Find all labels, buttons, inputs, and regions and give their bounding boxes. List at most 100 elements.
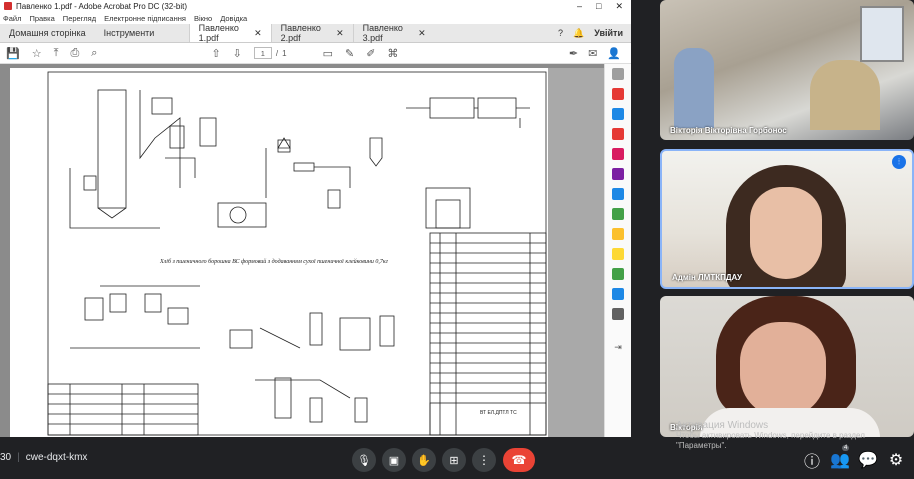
people-button[interactable]: 👥 4 [830,445,850,469]
technological-scheme-drawing: Хліб з пшеничного борошна ВС формовий з … [47,71,547,436]
tab-doc-3[interactable]: Павленко 3.pdf ✕ [352,23,435,43]
watermark-line-3: "Параметры". [676,441,727,450]
page-separator: / [275,48,279,58]
camera-icon: ▣ [388,454,400,467]
people-icon: 👥 [830,452,850,469]
wall-board [860,6,904,62]
participant-tile-3[interactable]: Вікторія [660,296,914,437]
tab-tools[interactable]: Інструменти [95,24,189,42]
print-icon[interactable]: ⎙ [70,47,79,60]
chat-icon: 💬 [858,452,878,469]
speaking-indicator-icon: ⦙ [892,155,906,169]
sign-in-button[interactable]: Увійти [594,28,623,38]
bell-icon[interactable]: 🔔 [573,28,584,39]
participant-name: Адмін ЛМТКПДАУ [672,273,742,282]
acrobat-logo-icon [4,2,12,10]
hang-up-button[interactable]: ☎ [503,448,535,472]
zoom-icon[interactable] [612,68,624,80]
participant-tile-2[interactable]: ⦙ Адмін ЛМТКПДАУ [660,149,914,289]
drawing-doc-number: ВТ ЕЛ.ДПТЛ ТС [480,410,517,416]
note-icon[interactable] [612,248,624,260]
window-title: Павленко 1.pdf - Adobe Acrobat Pro DC (3… [16,1,188,11]
pdf-page: Хліб з пшеничного борошна ВС формовий з … [10,68,548,437]
protect-icon[interactable] [612,288,624,300]
menu-edit[interactable]: Правка [29,14,54,23]
tab-doc-label: Павленко 1.pdf [198,23,239,43]
tab-doc-label: Павленко 2.pdf [280,23,321,43]
page-up-icon[interactable]: ⇧ [211,47,220,60]
excel-export-icon[interactable] [612,208,624,220]
edit-pdf-icon[interactable] [612,148,624,160]
add-user-icon[interactable]: 👤 [607,47,621,60]
star-icon[interactable]: ☆ [32,47,42,60]
meeting-code: cwe-dqxt-kmx [25,452,88,463]
time-fragment: 30 [0,452,12,463]
meet-tiles: Вікторія Вікторівна Горбонос ⦙ Адмін ЛМТ… [631,0,914,437]
activities-button[interactable]: ⚙ [887,451,905,469]
present-button[interactable]: ⊞ [442,448,466,472]
participant-face [750,187,822,279]
document-area: Хліб з пшеничного борошна ВС формовий з … [0,64,604,437]
more-options-button[interactable]: ⋮ [472,448,496,472]
windows-activation-watermark: Активация Windows Чтобы активировать Win… [676,421,865,451]
chat-button[interactable]: 💬 [858,451,878,469]
maximize-icon[interactable]: □ [596,1,601,12]
title-bar: Павленко 1.pdf - Adobe Acrobat Pro DC (3… [0,0,631,12]
more-vert-icon: ⋮ [478,453,490,467]
close-icon[interactable]: ✕ [254,28,262,39]
page-total: 1 [282,48,287,58]
menu-esign[interactable]: Електронне підписання [104,14,186,23]
participant-figure [810,60,880,130]
participant-name: Вікторія Вікторівна Горбонос [670,126,787,135]
more-tools-icon[interactable] [612,308,624,320]
help-icon[interactable]: ? [558,28,563,38]
info-button[interactable]: ⓘ [803,451,821,471]
tab-bar: Домашня сторінка Інструменти Павленко 1.… [0,23,631,43]
mic-button[interactable]: 🎙 [352,448,376,472]
close-icon[interactable]: ✕ [336,28,344,39]
create-pdf-icon[interactable] [612,88,624,100]
fill-sign-icon[interactable] [612,168,624,180]
page-down-icon[interactable]: ⇩ [233,47,242,60]
panel-collapse-icon[interactable]: ⇥ [614,342,622,353]
camera-button[interactable]: ▣ [382,448,406,472]
highlight-pen-icon[interactable]: ✎ [345,47,354,60]
participant-face [740,322,826,418]
activities-icon: ⚙ [888,452,904,469]
menu-help[interactable]: Довідка [220,14,247,23]
tab-doc-2[interactable]: Павленко 2.pdf ✕ [270,23,353,43]
toolbar: 💾 ☆ ⤒ ⎙ ⌕ ⇧ ⇩ 1 / 1 ▭ ✎ ✐ ⌘ ✒ ✉ 👤 [0,43,631,64]
hand-icon: ✋ [417,454,431,467]
comment-icon[interactable]: ▭ [323,47,333,60]
zoom-search-icon[interactable]: ⌕ [91,47,97,60]
sign-icon[interactable]: ✒ [569,47,578,60]
export-icon[interactable] [612,188,624,200]
page-input[interactable]: 1 [253,47,272,59]
close-icon[interactable]: ✕ [418,28,426,39]
participant-figure [674,48,714,128]
close-icon[interactable]: ✕ [615,1,623,12]
minimize-icon[interactable]: – [577,1,582,12]
tab-doc-1[interactable]: Павленко 1.pdf ✕ [188,23,271,43]
acrobat-window: Павленко 1.pdf - Adobe Acrobat Pro DC (3… [0,0,631,437]
tab-home[interactable]: Домашня сторінка [0,24,95,42]
tab-doc-label: Павленко 3.pdf [362,23,403,43]
stamp-icon[interactable]: ⌘ [387,47,398,60]
menu-file[interactable]: Файл [3,14,21,23]
upload-icon[interactable]: ⤒ [54,47,59,60]
combine-icon[interactable] [612,108,624,120]
draw-icon[interactable]: ✐ [366,47,375,60]
mail-icon[interactable]: ✉ [588,47,597,60]
page-navigator: 1 / 1 [253,47,287,59]
organize-icon[interactable] [612,128,624,140]
menu-window[interactable]: Вікно [194,14,212,23]
save-icon[interactable]: 💾 [6,47,20,60]
participant-tile-1[interactable]: Вікторія Вікторівна Горбонос [660,0,914,140]
menu-view[interactable]: Перегляд [63,14,96,23]
comment-tool-icon[interactable] [612,228,624,240]
print-production-icon[interactable] [612,268,624,280]
raise-hand-button[interactable]: ✋ [412,448,436,472]
watermark-line-1: Активация Windows [676,420,769,431]
info-icon: ⓘ [803,454,820,471]
mic-icon: 🎙 [357,454,371,467]
